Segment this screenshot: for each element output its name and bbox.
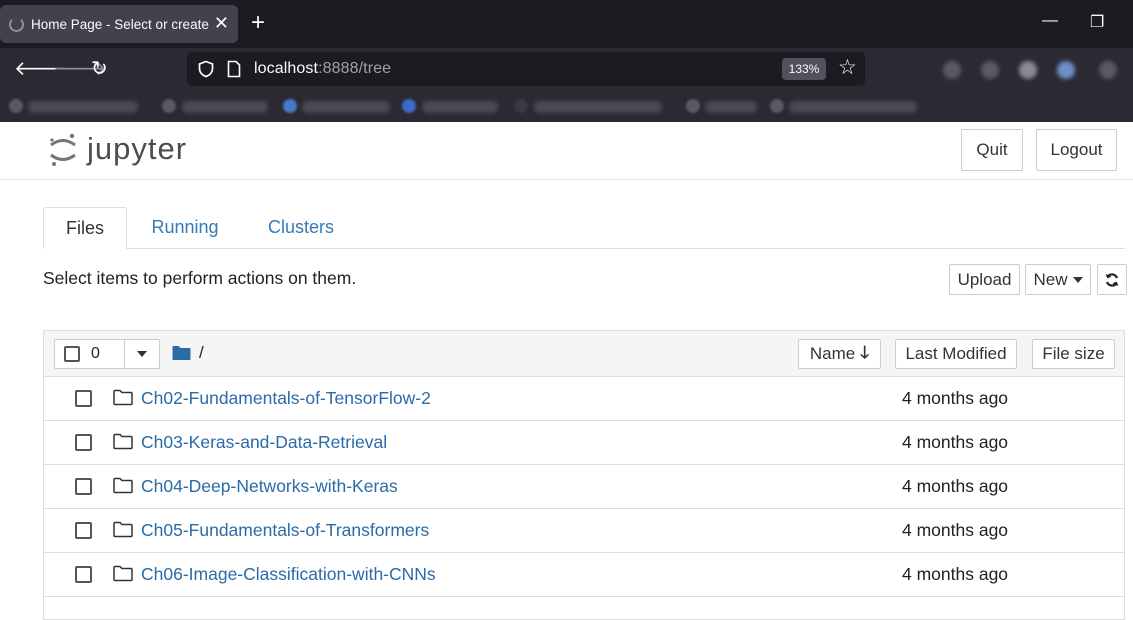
file-name-link[interactable]: Ch06-Image-Classification-with-CNNs bbox=[141, 564, 436, 585]
folder-icon bbox=[172, 346, 191, 360]
page-icon bbox=[227, 60, 241, 78]
close-tab-icon[interactable]: ✕ bbox=[214, 14, 229, 32]
browser-nav-bar: 🡐 🡒 ↻ localhost:8888/tree 133% ☆ bbox=[0, 48, 1133, 92]
file-name-link[interactable]: Ch03-Keras-and-Data-Retrieval bbox=[141, 432, 387, 453]
bookmark-favicon-icon bbox=[770, 99, 784, 113]
sort-by-name-button[interactable]: Name 🡓 bbox=[798, 339, 881, 369]
minimize-window-icon[interactable]: — bbox=[1042, 12, 1058, 30]
bookmark-favicon-icon bbox=[686, 99, 700, 113]
browser-tab[interactable]: Home Page - Select or create a notebook … bbox=[0, 5, 238, 43]
last-modified-value: 4 months ago bbox=[902, 388, 1009, 408]
divider bbox=[124, 340, 125, 368]
bookmark-item[interactable] bbox=[28, 101, 138, 113]
file-name-link[interactable]: Ch04-Deep-Networks-with-Keras bbox=[141, 476, 398, 497]
last-modified-value: 4 months ago bbox=[902, 432, 1009, 452]
extension-icon[interactable] bbox=[1057, 61, 1075, 79]
row-checkbox[interactable] bbox=[75, 478, 92, 495]
dashboard-tabs: Files Running Clusters bbox=[43, 207, 1125, 249]
bookmark-favicon-icon bbox=[514, 99, 528, 113]
tab-files[interactable]: Files bbox=[43, 207, 127, 249]
instructions-text: Select items to perform actions on them. bbox=[43, 268, 357, 288]
file-name-link[interactable]: Ch05-Fundamentals-of-Transformers bbox=[141, 520, 429, 541]
jupyter-logo-icon bbox=[50, 133, 76, 166]
list-item[interactable]: Ch03-Keras-and-Data-Retrieval 4 months ag… bbox=[44, 420, 1124, 465]
browser-tab-strip: Home Page - Select or create a notebook … bbox=[0, 0, 1133, 48]
refresh-button[interactable] bbox=[1097, 264, 1127, 295]
arrow-down-icon: 🡓 bbox=[860, 342, 870, 362]
sort-by-last-modified-button[interactable]: Last Modified bbox=[895, 339, 1017, 369]
browser-tab-title: Home Page - Select or create a notebook bbox=[31, 16, 209, 32]
row-checkbox[interactable] bbox=[75, 390, 92, 407]
file-list: 0 / Name 🡓 Last Modified File size Ch02-… bbox=[43, 330, 1125, 620]
quit-button[interactable]: Quit bbox=[961, 129, 1023, 171]
file-name-link[interactable]: Ch02-Fundamentals-of-TensorFlow-2 bbox=[141, 388, 431, 409]
last-modified-value: 4 months ago bbox=[902, 520, 1009, 540]
extension-icon[interactable] bbox=[1019, 61, 1037, 79]
address-bar[interactable]: localhost:8888/tree 133% ☆ bbox=[187, 52, 865, 86]
jupyter-header: jupyter Quit Logout bbox=[0, 122, 1133, 180]
extension-icon[interactable] bbox=[981, 61, 999, 79]
bookmark-favicon-icon bbox=[402, 99, 416, 113]
file-list-header: 0 / Name 🡓 Last Modified File size bbox=[44, 331, 1124, 377]
zoom-level-badge[interactable]: 133% bbox=[782, 58, 826, 80]
shield-icon bbox=[198, 60, 214, 78]
list-item[interactable]: Ch06-Image-Classification-with-CNNs 4 mon… bbox=[44, 552, 1124, 597]
folder-icon bbox=[113, 477, 133, 494]
list-item[interactable]: Ch04-Deep-Networks-with-Keras 4 months ag… bbox=[44, 464, 1124, 509]
sort-by-file-size-button[interactable]: File size bbox=[1032, 339, 1115, 369]
bookmark-item[interactable] bbox=[182, 101, 268, 113]
bookmark-item[interactable] bbox=[534, 101, 662, 113]
tab-clusters[interactable]: Clusters bbox=[255, 207, 347, 248]
bookmark-star-icon[interactable]: ☆ bbox=[838, 55, 857, 80]
last-modified-value: 4 months ago bbox=[902, 476, 1009, 496]
upload-button[interactable]: Upload bbox=[949, 264, 1020, 295]
logout-button[interactable]: Logout bbox=[1036, 129, 1117, 171]
folder-icon bbox=[113, 521, 133, 538]
folder-icon bbox=[113, 565, 133, 582]
bookmark-item[interactable] bbox=[789, 101, 917, 113]
list-item[interactable]: Ch02-Fundamentals-of-TensorFlow-2 4 month… bbox=[44, 376, 1124, 421]
list-item[interactable]: Ch05-Fundamentals-of-Transformers 4 month… bbox=[44, 508, 1124, 553]
url-text: localhost:8888/tree bbox=[254, 60, 392, 77]
row-checkbox[interactable] bbox=[75, 434, 92, 451]
bookmarks-bar bbox=[0, 92, 1133, 122]
loading-spinner-icon bbox=[9, 16, 24, 32]
new-label: New bbox=[1033, 269, 1068, 289]
folder-icon bbox=[113, 389, 133, 406]
breadcrumb[interactable]: / bbox=[172, 343, 204, 363]
row-checkbox[interactable] bbox=[75, 566, 92, 583]
reload-icon[interactable]: ↻ bbox=[91, 57, 108, 81]
chevron-down-icon bbox=[1072, 276, 1083, 283]
restore-window-icon[interactable]: ❐ bbox=[1090, 12, 1104, 32]
extension-icon[interactable] bbox=[1099, 61, 1117, 79]
jupyter-logo-text: jupyter bbox=[87, 131, 188, 166]
select-all-group[interactable]: 0 bbox=[54, 339, 160, 369]
selected-count: 0 bbox=[91, 345, 100, 362]
new-tab-button[interactable]: + bbox=[251, 11, 265, 35]
extension-icon[interactable] bbox=[943, 61, 961, 79]
folder-icon bbox=[113, 433, 133, 450]
bookmark-favicon-icon bbox=[9, 99, 23, 113]
breadcrumb-root: / bbox=[199, 343, 204, 362]
select-all-checkbox[interactable] bbox=[64, 346, 80, 362]
bookmark-favicon-icon bbox=[162, 99, 176, 113]
refresh-icon bbox=[1105, 272, 1119, 287]
bookmark-favicon-icon bbox=[283, 99, 297, 113]
sort-name-label: Name bbox=[809, 344, 856, 363]
jupyter-logo[interactable]: jupyter bbox=[48, 130, 187, 168]
bookmark-item[interactable] bbox=[422, 101, 498, 113]
bookmark-item[interactable] bbox=[302, 101, 390, 113]
row-checkbox[interactable] bbox=[75, 522, 92, 539]
tab-running[interactable]: Running bbox=[137, 207, 233, 248]
bookmark-item[interactable] bbox=[705, 101, 757, 113]
last-modified-value: 4 months ago bbox=[902, 564, 1009, 584]
new-dropdown-button[interactable]: New bbox=[1025, 264, 1091, 295]
chevron-down-icon[interactable] bbox=[137, 351, 147, 357]
